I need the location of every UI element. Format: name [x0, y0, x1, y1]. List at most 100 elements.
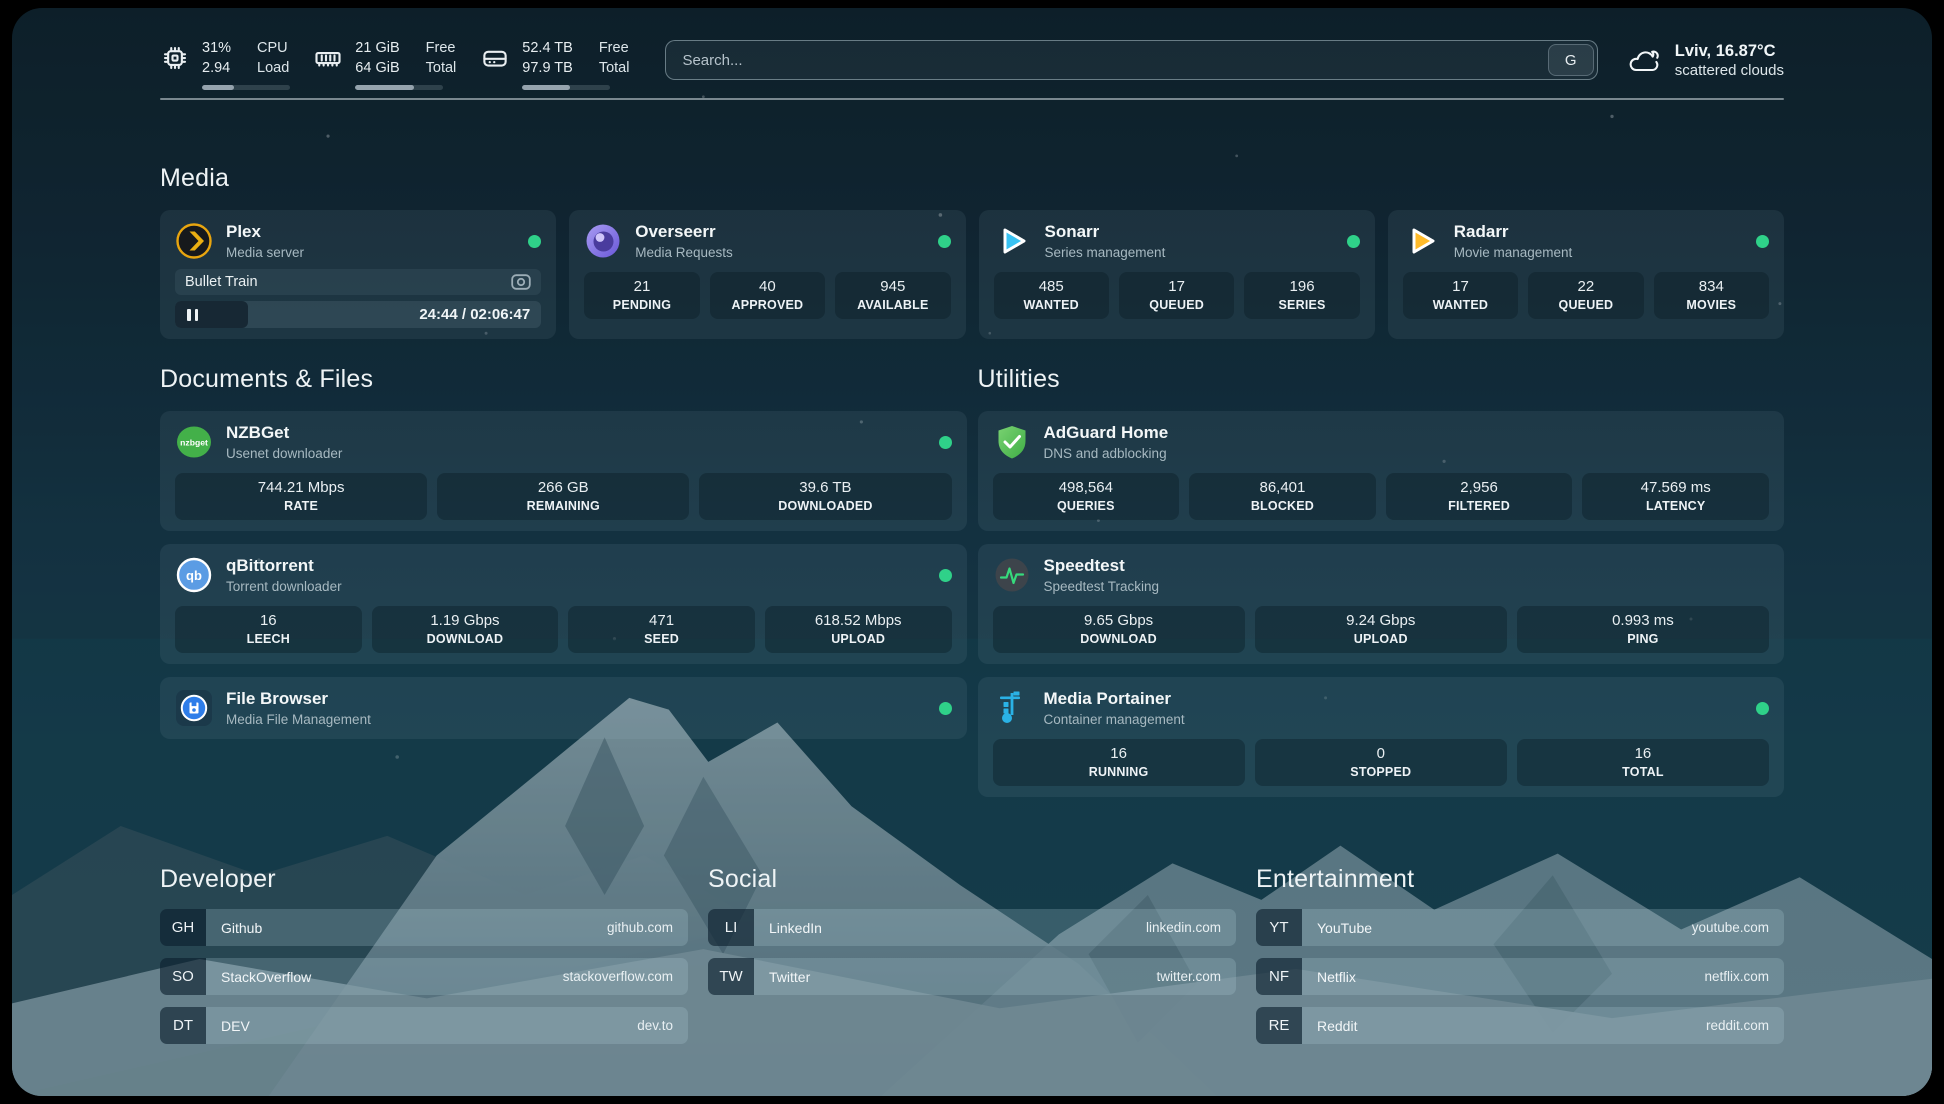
bookmark-name: Github: [221, 920, 262, 936]
cpu-labels: CPULoad: [257, 38, 289, 78]
pause-button[interactable]: [187, 309, 198, 321]
radarr-icon: [1403, 222, 1441, 260]
status-online-dot: [939, 436, 952, 449]
stat-running: 16 RUNNING: [993, 739, 1245, 786]
bookmark-dev[interactable]: DT DEV dev.to: [160, 1007, 688, 1044]
playback-progress-fill: [175, 301, 248, 328]
bookmark-abbr: LI: [708, 909, 754, 946]
section-utilities: Utilities AdGuard Home: [978, 365, 1785, 797]
section-title-social: Social: [708, 865, 1236, 894]
app-name: NZBGet: [226, 423, 342, 443]
bookmark-name: Reddit: [1317, 1018, 1357, 1034]
portainer-icon: [993, 689, 1031, 727]
section-title-media: Media: [160, 164, 1784, 193]
app-card-adguard[interactable]: AdGuard Home DNS and adblocking 498,564 …: [978, 411, 1785, 531]
stat-leech: 16 LEECH: [175, 606, 362, 653]
app-card-nzbget[interactable]: nzbget NZBGet Usenet downloader 744.21 M…: [160, 411, 967, 531]
section-documents: Documents & Files nzbget NZBGet Usenet d…: [160, 365, 967, 739]
bookmark-github[interactable]: GH Github github.com: [160, 909, 688, 946]
bookmark-abbr: GH: [160, 909, 206, 946]
stat-wanted: 17 WANTED: [1403, 272, 1518, 319]
stat-queued: 17 QUEUED: [1119, 272, 1234, 319]
section-title-utilities: Utilities: [978, 365, 1785, 394]
bookmark-url: twitter.com: [1156, 969, 1221, 984]
bookmark-stackoverflow[interactable]: SO StackOverflow stackoverflow.com: [160, 958, 688, 995]
section-media: Media Plex Media server: [160, 164, 1784, 339]
stat-downloaded: 39.6 TB DOWNLOADED: [699, 473, 951, 520]
bookmark-name: DEV: [221, 1018, 250, 1034]
stat-download: 9.65 Gbps DOWNLOAD: [993, 606, 1245, 653]
filebrowser-icon: [175, 689, 213, 727]
app-description: Torrent downloader: [226, 579, 342, 594]
now-playing-title: Bullet Train: [185, 274, 511, 290]
cloud-icon: [1626, 46, 1662, 76]
section-title-developer: Developer: [160, 865, 688, 894]
app-name: Speedtest: [1044, 556, 1160, 576]
app-description: Media server: [226, 245, 304, 260]
status-online-dot: [939, 702, 952, 715]
app-name: Overseerr: [635, 222, 733, 242]
stat-remaining: 266 GB REMAINING: [437, 473, 689, 520]
disk-values: 52.4 TB97.9 TB: [522, 38, 573, 78]
memory-labels: FreeTotal: [426, 38, 457, 78]
app-card-radarr[interactable]: Radarr Movie management 17 WANTED 22 QUE…: [1388, 210, 1784, 339]
bookmark-linkedin[interactable]: LI LinkedIn linkedin.com: [708, 909, 1236, 946]
app-card-qbittorrent[interactable]: qb qBittorrent Torrent downloader 16: [160, 544, 967, 664]
app-card-sonarr[interactable]: Sonarr Series management 485 WANTED 17 Q…: [979, 210, 1375, 339]
cpu-icon: [160, 43, 190, 73]
bookmark-url: netflix.com: [1704, 969, 1769, 984]
app-card-speedtest[interactable]: Speedtest Speedtest Tracking 9.65 Gbps D…: [978, 544, 1785, 664]
app-name: Radarr: [1454, 222, 1573, 242]
app-card-filebrowser[interactable]: File Browser Media File Management: [160, 677, 967, 739]
sonarr-icon: [994, 222, 1032, 260]
adguard-icon: [993, 423, 1031, 461]
app-name: Plex: [226, 222, 304, 242]
app-card-overseerr[interactable]: Overseerr Media Requests 21 PENDING 40 A…: [569, 210, 965, 339]
bookmark-netflix[interactable]: NF Netflix netflix.com: [1256, 958, 1784, 995]
weather-location-temp: Lviv, 16.87°C: [1675, 41, 1784, 62]
status-online-dot: [938, 235, 951, 248]
bookmark-url: linkedin.com: [1146, 920, 1221, 935]
cpu-metric: 31%2.94 CPULoad: [160, 38, 289, 90]
bookmark-url: dev.to: [637, 1018, 673, 1033]
bookmark-reddit[interactable]: RE Reddit reddit.com: [1256, 1007, 1784, 1044]
bookmark-twitter[interactable]: TW Twitter twitter.com: [708, 958, 1236, 995]
plex-icon: [175, 222, 213, 260]
app-description: DNS and adblocking: [1044, 446, 1169, 461]
weather-condition: scattered clouds: [1675, 62, 1784, 81]
header-divider: [160, 98, 1784, 100]
app-card-plex[interactable]: Plex Media server Bullet Train: [160, 210, 556, 339]
search-engine-button[interactable]: G: [1548, 44, 1594, 76]
nzbget-icon: nzbget: [175, 423, 213, 461]
status-online-dot: [939, 569, 952, 582]
bookmark-url: youtube.com: [1692, 920, 1769, 935]
stat-available: 945 AVAILABLE: [835, 272, 950, 319]
memory-metric: 21 GiB64 GiB FreeTotal: [313, 38, 456, 90]
disk-progress-bar: [522, 85, 610, 90]
now-playing-icon: [511, 274, 531, 290]
stat-blocked: 86,401 BLOCKED: [1189, 473, 1376, 520]
overseerr-icon: [584, 222, 622, 260]
stat-rate: 744.21 Mbps RATE: [175, 473, 427, 520]
app-description: Media Requests: [635, 245, 733, 260]
now-playing-row: Bullet Train: [175, 269, 541, 295]
bookmark-abbr: NF: [1256, 958, 1302, 995]
stat-total: 16 TOTAL: [1517, 739, 1769, 786]
status-online-dot: [528, 235, 541, 248]
memory-icon: [313, 43, 343, 73]
bookmark-group-developer: Developer GH Github github.com SO StackO…: [160, 865, 688, 1044]
app-name: Media Portainer: [1044, 689, 1185, 709]
app-card-portainer[interactable]: Media Portainer Container management 16 …: [978, 677, 1785, 797]
svg-text:nzbget: nzbget: [180, 438, 208, 448]
bookmark-url: stackoverflow.com: [563, 969, 673, 984]
qbittorrent-icon: qb: [175, 556, 213, 594]
section-title-entertainment: Entertainment: [1256, 865, 1784, 894]
search-input[interactable]: [666, 41, 1547, 79]
bookmark-youtube[interactable]: YT YouTube youtube.com: [1256, 909, 1784, 946]
bookmark-name: YouTube: [1317, 920, 1372, 936]
stat-queued: 22 QUEUED: [1528, 272, 1643, 319]
section-title-documents: Documents & Files: [160, 365, 967, 394]
stat-latency: 47.569 ms LATENCY: [1582, 473, 1769, 520]
app-name: Sonarr: [1045, 222, 1166, 242]
bookmark-url: reddit.com: [1706, 1018, 1769, 1033]
